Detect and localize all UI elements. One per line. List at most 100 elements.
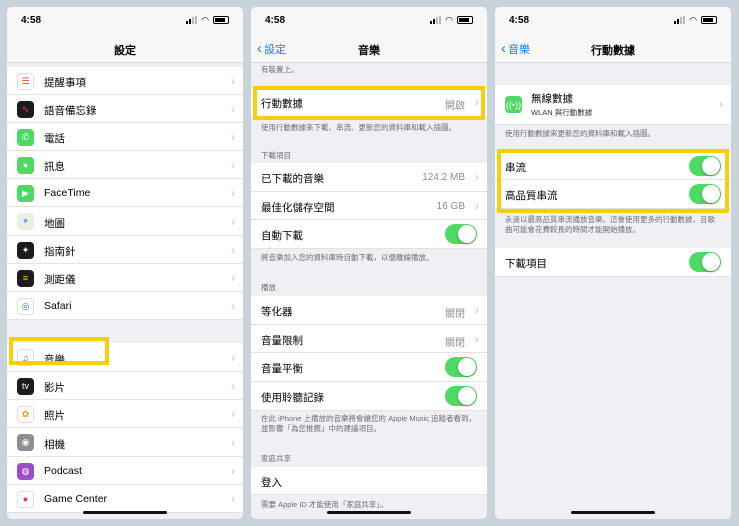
settings-row-label: 提醒事項 [44, 77, 86, 89]
music-settings-screen: 4:58 ◠ ‹ 設定 音樂 有裝置上。 行動數據 開啟 › 使用行動數據來下載、… [251, 7, 487, 519]
listening-history-toggle[interactable] [445, 386, 477, 406]
app-icon-1: ∿ [17, 100, 34, 118]
chevron-right-icon: › [231, 435, 235, 450]
volume-limit-value: 關閉 [445, 338, 465, 349]
chevron-right-icon: › [719, 97, 723, 111]
settings-row-label: 影片 [44, 382, 65, 394]
app-icon-6: ✦ [17, 241, 34, 259]
optimize-storage-row[interactable]: 最佳化儲存空間 16 GB › [251, 192, 487, 220]
chevron-right-icon: › [231, 130, 235, 144]
app-icon-13: ◍ [17, 462, 34, 480]
sign-in-row[interactable]: 登入 [251, 467, 487, 495]
status-time: 4:58 [265, 15, 286, 26]
app-icon-0: ☰ [17, 72, 34, 90]
status-bar: 4:58 ◠ [251, 7, 487, 33]
top-partial-text: 有裝置上。 [261, 65, 299, 74]
app-icon-2: ✆ [17, 128, 34, 146]
auto-download-label: 自動下載 [261, 230, 303, 242]
chevron-right-icon: › [231, 299, 235, 313]
settings-row-label: 電話 [44, 133, 65, 145]
settings-row-8[interactable]: ◎ Safari › [7, 292, 243, 320]
chevron-right-icon: › [231, 492, 235, 506]
settings-row-7[interactable]: ≡ 測距儀 › [7, 264, 243, 292]
chevron-right-icon: › [231, 214, 235, 229]
nav-bar: 設定 [7, 33, 243, 63]
chevron-right-icon: › [231, 158, 235, 172]
settings-row-12[interactable]: ◉ 相機 › [7, 428, 243, 457]
status-indicators: ◠ [430, 15, 473, 25]
settings-row-10[interactable]: tv 影片 › [7, 372, 243, 400]
eq-label: 等化器 [261, 306, 293, 318]
downloads-header: 下載項目 [261, 151, 291, 160]
nav-bar: ‹ 設定 音樂 [251, 33, 487, 63]
sound-check-toggle[interactable] [445, 357, 477, 377]
settings-row-5[interactable]: ⌖ 地圖 › [7, 207, 243, 236]
app-icon-4: ▶ [17, 184, 34, 202]
antenna-icon: ((•)) [505, 96, 522, 113]
chevron-right-icon: › [475, 199, 479, 213]
settings-row-13[interactable]: ◍ Podcast › [7, 457, 243, 485]
sign-in-link[interactable]: 登入 [261, 475, 282, 490]
wireless-data-row[interactable]: ((•)) 無線數據 WLAN 與行動數據 › [495, 85, 731, 125]
settings-row-6[interactable]: ✦ 指南針 › [7, 236, 243, 264]
settings-row-label: 測距儀 [44, 274, 76, 286]
chevron-right-icon: › [475, 332, 479, 346]
app-icon-5: ⌖ [17, 213, 34, 230]
settings-row-label: Safari [44, 300, 72, 312]
signal-icon [186, 16, 198, 24]
home-indicator [83, 511, 167, 514]
signal-icon [430, 16, 442, 24]
settings-row-14[interactable]: ● Game Center › [7, 485, 243, 513]
home-indicator [571, 511, 655, 514]
auto-download-row: 自動下載 [251, 220, 487, 249]
highlight-streaming [497, 149, 729, 213]
wifi-icon: ◠ [201, 15, 209, 25]
volume-limit-row[interactable]: 音量限制 關閉 › [251, 325, 487, 353]
settings-row-2[interactable]: ✆ 電話 › [7, 123, 243, 151]
downloaded-music-label: 已下載的音樂 [261, 173, 324, 185]
settings-row-1[interactable]: ∿ 語音備忘錄 › [7, 95, 243, 123]
settings-row-label: Game Center [44, 493, 108, 505]
chevron-right-icon: › [475, 170, 479, 184]
chevron-right-icon: › [231, 271, 235, 285]
settings-screen: 4:58 ◠ 設定 ☰ 提醒事項 › ∿ 語音備忘錄 › ✆ 電話 › ● 訊息 › ▶ FaceTime… [7, 7, 243, 519]
settings-row-label: FaceTime [44, 187, 91, 199]
auto-download-toggle[interactable] [445, 224, 477, 244]
chevron-right-icon: › [231, 379, 235, 393]
wireless-data-sublabel: WLAN 與行動數據 [531, 108, 593, 117]
cellular-footer: 使用行動數據來下載、串流、更新您的資料庫和載入插圖。 [261, 123, 456, 132]
listening-history-row: 使用聆聽記錄 [251, 382, 487, 411]
downloaded-music-row[interactable]: 已下載的音樂 124.2 MB › [251, 163, 487, 192]
settings-row-4[interactable]: ▶ FaceTime › [7, 179, 243, 207]
chevron-right-icon: › [231, 407, 235, 421]
eq-row[interactable]: 等化器 關閉 › [251, 296, 487, 325]
volume-limit-label: 音量限制 [261, 335, 303, 347]
settings-row-label: 相機 [44, 438, 65, 451]
status-time: 4:58 [21, 15, 42, 26]
listening-history-footer: 在此 iPhone 上播放的音樂將會讓您的 Apple Music 追蹤者看到，… [261, 414, 477, 433]
battery-icon [457, 16, 473, 24]
highlight-cellular [253, 86, 485, 120]
battery-icon [701, 16, 717, 24]
optimize-storage-label: 最佳化儲存空間 [261, 202, 335, 214]
chevron-right-icon: › [231, 464, 235, 478]
family-sharing-header: 家庭共享 [261, 454, 291, 463]
settings-row-0[interactable]: ☰ 提醒事項 › [7, 67, 243, 95]
chevron-right-icon: › [231, 243, 235, 257]
settings-row-label: 訊息 [44, 161, 65, 173]
app-icon-11: ✿ [17, 405, 34, 423]
nav-bar: ‹ 音樂 行動數據 [495, 33, 731, 63]
wifi-icon: ◠ [445, 15, 453, 25]
settings-row-3[interactable]: ● 訊息 › [7, 151, 243, 179]
chevron-right-icon: › [231, 186, 235, 200]
status-bar: 4:58 ◠ [7, 7, 243, 33]
downloads-toggle[interactable] [689, 252, 721, 272]
battery-icon [213, 16, 229, 24]
settings-row-label: 地圖 [44, 217, 65, 230]
page-title: 行動數據 [591, 45, 635, 57]
optimize-storage-value: 16 GB [436, 201, 465, 212]
app-icon-3: ● [17, 156, 34, 174]
settings-row-11[interactable]: ✿ 照片 › [7, 400, 243, 428]
listening-history-label: 使用聆聽記錄 [261, 392, 324, 404]
status-bar: 4:58 ◠ [495, 7, 731, 33]
